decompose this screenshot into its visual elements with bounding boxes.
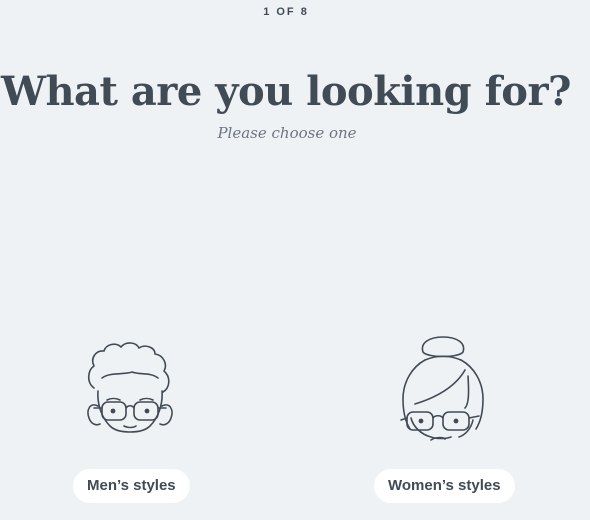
- womens-styles-option[interactable]: Women’s styles: [343, 336, 543, 506]
- page-subtitle: Please choose one: [217, 124, 357, 142]
- womens-styles-button[interactable]: Women’s styles: [374, 469, 515, 503]
- man-with-glasses-icon[interactable]: [80, 336, 180, 441]
- mens-styles-option[interactable]: Men’s styles: [30, 336, 230, 506]
- step-indicator: 1 OF 8: [263, 6, 309, 18]
- mens-styles-button[interactable]: Men’s styles: [73, 469, 190, 503]
- woman-with-glasses-icon[interactable]: [393, 336, 493, 441]
- page-title: What are you looking for?: [1, 68, 571, 115]
